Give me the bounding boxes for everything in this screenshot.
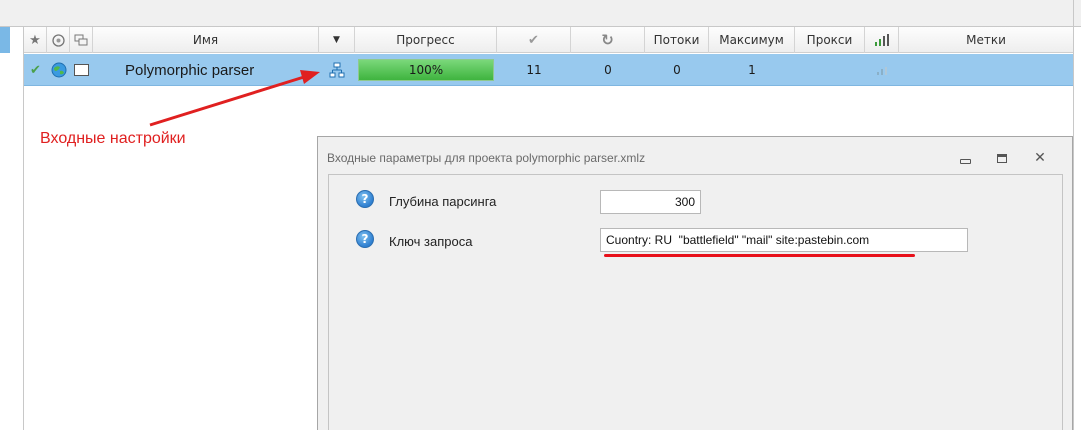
param-input-query[interactable]: Cuontry: RU "battlefield" "mail" site:pa… <box>600 228 968 252</box>
progress-cell: 100% <box>355 54 497 86</box>
status-cell: ✔ <box>24 54 47 86</box>
input-settings-button[interactable] <box>319 54 355 86</box>
highlight-underline <box>604 254 915 257</box>
col-success-header[interactable]: ✔ <box>497 27 571 53</box>
minimize-button[interactable] <box>957 150 973 166</box>
col-name-header[interactable]: Имя <box>93 27 319 53</box>
dialog-title: Входные параметры для проекта polymorphi… <box>327 151 646 165</box>
col-max-label: Максимум <box>719 33 784 47</box>
grid-header: ★ Имя ▼ Прогресс ✔ ↻ Потоки Максимум Про… <box>24 27 1073 53</box>
help-icon[interactable]: ? <box>356 230 374 248</box>
globe-icon <box>51 33 65 47</box>
threads-count: 0 <box>673 63 681 77</box>
col-proxy-header[interactable]: Прокси <box>795 27 865 53</box>
annotation-label: Входные настройки <box>40 130 186 147</box>
refresh-icon: ↻ <box>601 31 614 49</box>
col-threads-header[interactable]: Потоки <box>645 27 709 53</box>
col-name-label: Имя <box>192 33 219 47</box>
progress-text: 100% <box>408 63 444 77</box>
checkmark-icon: ✔ <box>528 32 539 48</box>
checkmark-icon: ✔ <box>30 62 41 78</box>
network-settings-icon <box>329 62 345 78</box>
signal-bars-icon <box>874 34 889 46</box>
close-icon: ✕ <box>1034 150 1046 166</box>
col-tags-label: Метки <box>966 33 1006 47</box>
left-panel-edge <box>0 27 12 430</box>
signal-cell <box>865 54 899 86</box>
close-button[interactable]: ✕ <box>1032 150 1048 166</box>
globe-cell <box>47 54 70 86</box>
col-window-header[interactable] <box>70 27 93 53</box>
col-tags-header[interactable]: Метки <box>899 27 1073 53</box>
retry-count: 0 <box>604 63 612 77</box>
success-count: 11 <box>526 63 542 77</box>
col-progress-header[interactable]: Прогресс <box>355 27 497 53</box>
window-cell <box>70 54 93 86</box>
input-params-dialog: Входные параметры для проекта polymorphi… <box>317 136 1073 430</box>
globe-icon <box>51 62 66 78</box>
col-signal-header[interactable] <box>865 27 899 53</box>
col-max-header[interactable]: Максимум <box>709 27 795 53</box>
progress-bar: 100% <box>358 59 494 81</box>
help-icon[interactable]: ? <box>356 190 374 208</box>
maximum-count: 1 <box>748 63 756 77</box>
toolbar-strip <box>0 0 1081 27</box>
dropdown-arrow-icon: ▼ <box>333 35 340 45</box>
col-retry-header[interactable]: ↻ <box>571 27 645 53</box>
window-icon <box>74 64 89 76</box>
col-threads-label: Потоки <box>653 33 700 47</box>
left-panel-selection <box>0 27 10 53</box>
param-label-query: Ключ запроса <box>389 234 473 249</box>
col-dropdown-header[interactable]: ▼ <box>319 27 355 53</box>
dialog-body: ? Глубина парсинга 300 ? Ключ запроса Cu… <box>328 174 1063 430</box>
col-proxy-label: Прокси <box>806 33 853 47</box>
signal-bars-icon <box>877 66 887 75</box>
project-name[interactable]: Polymorphic parser <box>93 54 319 86</box>
tags-value <box>899 54 1073 86</box>
col-globe-header[interactable] <box>47 27 70 53</box>
windows-icon <box>74 34 88 46</box>
col-star-header[interactable]: ★ <box>24 27 47 53</box>
star-icon: ★ <box>29 32 41 48</box>
grid-right-border <box>1073 0 1074 430</box>
restore-icon <box>997 153 1007 163</box>
col-progress-label: Прогресс <box>396 33 455 47</box>
restore-button[interactable] <box>994 150 1010 166</box>
grid-left-border <box>23 27 24 430</box>
param-input-depth[interactable]: 300 <box>600 190 701 214</box>
minimize-icon <box>959 158 971 164</box>
table-row[interactable]: ✔ Polymorphic parser 100% 11 0 0 1 <box>24 54 1073 86</box>
proxy-value <box>795 54 865 86</box>
param-label-depth: Глубина парсинга <box>389 194 497 209</box>
